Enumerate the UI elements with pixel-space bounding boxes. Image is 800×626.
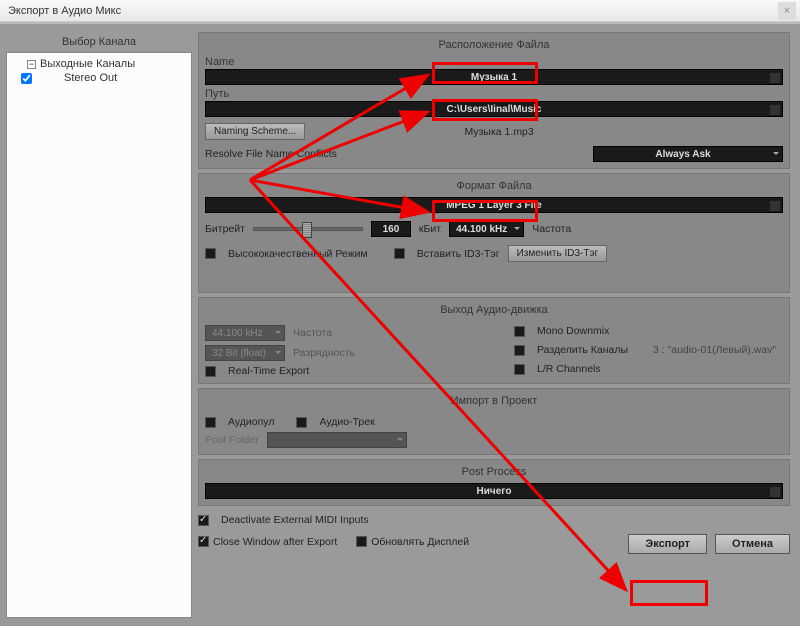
pool-folder-dropdown bbox=[267, 432, 407, 448]
tree-collapse-icon[interactable]: − bbox=[27, 60, 36, 69]
close-icon[interactable]: × bbox=[778, 2, 796, 20]
update-display-checkbox[interactable] bbox=[356, 536, 367, 547]
channel-tree[interactable]: − Выходные Каналы Stereo Out bbox=[6, 52, 192, 618]
tree-root-label: Выходные Каналы bbox=[40, 58, 135, 70]
stereo-out-label: Stereo Out bbox=[36, 72, 117, 84]
dropdown-icon[interactable] bbox=[770, 73, 780, 83]
pool-label: Аудиопул bbox=[228, 416, 274, 428]
footer: Deactivate External MIDI Inputs Close Wi… bbox=[198, 510, 790, 554]
name-field[interactable]: Музыка 1 bbox=[205, 69, 783, 85]
realtime-label: Real-Time Export bbox=[228, 365, 309, 377]
pool-checkbox[interactable] bbox=[205, 417, 216, 428]
split-checkbox[interactable] bbox=[514, 345, 525, 356]
mono-checkbox[interactable] bbox=[514, 326, 525, 337]
update-display-label: Обновлять Дисплей bbox=[371, 536, 469, 548]
close-window-label: Close Window after Export bbox=[213, 536, 337, 548]
lr-label: L/R Channels bbox=[537, 363, 601, 375]
cancel-button[interactable]: Отмена bbox=[715, 534, 790, 554]
conflicts-dropdown[interactable]: Always Ask bbox=[593, 146, 783, 162]
titlebar: Экспорт в Аудио Микс × bbox=[0, 0, 800, 22]
engine-bit-dropdown: 32 Bit (float) bbox=[205, 345, 285, 361]
lr-checkbox[interactable] bbox=[514, 364, 525, 375]
bitrate-label: Битрейт bbox=[205, 223, 245, 235]
filename-preview: Музыка 1.mp3 bbox=[305, 126, 693, 138]
engine-sr-label: Частота bbox=[293, 327, 332, 339]
id3-insert-label: Вставить ID3-Тэг bbox=[417, 248, 500, 260]
hq-mode-label: Высококачественный Режим bbox=[228, 248, 368, 260]
close-window-checkbox[interactable] bbox=[198, 536, 209, 547]
id3-insert-checkbox[interactable] bbox=[394, 248, 405, 259]
path-label: Путь bbox=[205, 88, 783, 100]
pool-folder-label: Pool Folder bbox=[205, 434, 259, 446]
engine-output-title: Выход Аудио-движка bbox=[205, 302, 783, 321]
file-location-section: Расположение Файла Name Музыка 1 Путь C:… bbox=[198, 32, 790, 169]
engine-bit-label: Разрядность bbox=[293, 347, 355, 359]
split-info: 3 : "audio-01(Левый).wav" bbox=[653, 344, 776, 356]
engine-sr-dropdown: 44.100 kHz bbox=[205, 325, 285, 341]
export-button[interactable]: Экспорт bbox=[628, 534, 707, 554]
post-process-title: Post Process bbox=[205, 464, 783, 483]
channel-selection-title: Выбор Канала bbox=[6, 32, 192, 52]
realtime-checkbox[interactable] bbox=[205, 366, 216, 377]
file-format-section: Формат Файла MPEG 1 Layer 3 File Битрейт… bbox=[198, 173, 790, 293]
naming-scheme-button[interactable]: Naming Scheme... bbox=[205, 123, 305, 140]
import-section: Импорт в Проект Аудиопул Аудио-Трек Pool… bbox=[198, 388, 790, 455]
mono-label: Mono Downmix bbox=[537, 325, 609, 337]
file-format-title: Формат Файла bbox=[205, 178, 783, 197]
track-label: Аудио-Трек bbox=[319, 416, 374, 428]
engine-output-section: Выход Аудио-движка 44.100 kHz Частота 32 … bbox=[198, 297, 790, 384]
post-process-dropdown[interactable]: Ничего bbox=[205, 483, 783, 499]
midi-label: Deactivate External MIDI Inputs bbox=[221, 514, 369, 526]
slider-thumb[interactable] bbox=[302, 222, 312, 238]
bitrate-slider[interactable] bbox=[253, 227, 363, 231]
dropdown-icon[interactable] bbox=[770, 105, 780, 115]
samplerate-label: Частота bbox=[532, 223, 571, 235]
import-title: Импорт в Проект bbox=[205, 393, 783, 412]
kbit-label: кБит bbox=[419, 223, 441, 235]
split-label: Разделить Каналы bbox=[537, 344, 628, 356]
window-title: Экспорт в Аудио Микс bbox=[8, 5, 121, 17]
post-process-section: Post Process Ничего bbox=[198, 459, 790, 506]
conflicts-label: Resolve File Name Conflicts bbox=[205, 148, 337, 160]
midi-checkbox[interactable] bbox=[198, 515, 209, 526]
format-type-dropdown[interactable]: MPEG 1 Layer 3 File bbox=[205, 197, 783, 213]
stereo-out-checkbox[interactable] bbox=[21, 73, 32, 84]
dropdown-icon[interactable] bbox=[770, 487, 780, 497]
samplerate-dropdown[interactable]: 44.100 kHz bbox=[449, 221, 524, 237]
file-location-title: Расположение Файла bbox=[205, 37, 783, 56]
path-field[interactable]: C:\Users\Iinal\Music bbox=[205, 101, 783, 117]
dropdown-icon[interactable] bbox=[770, 201, 780, 211]
track-checkbox[interactable] bbox=[296, 417, 307, 428]
bitrate-value[interactable]: 160 bbox=[371, 221, 411, 237]
hq-mode-checkbox[interactable] bbox=[205, 248, 216, 259]
name-label: Name bbox=[205, 56, 783, 68]
id3-edit-button[interactable]: Изменить ID3-Тэг bbox=[508, 245, 608, 262]
